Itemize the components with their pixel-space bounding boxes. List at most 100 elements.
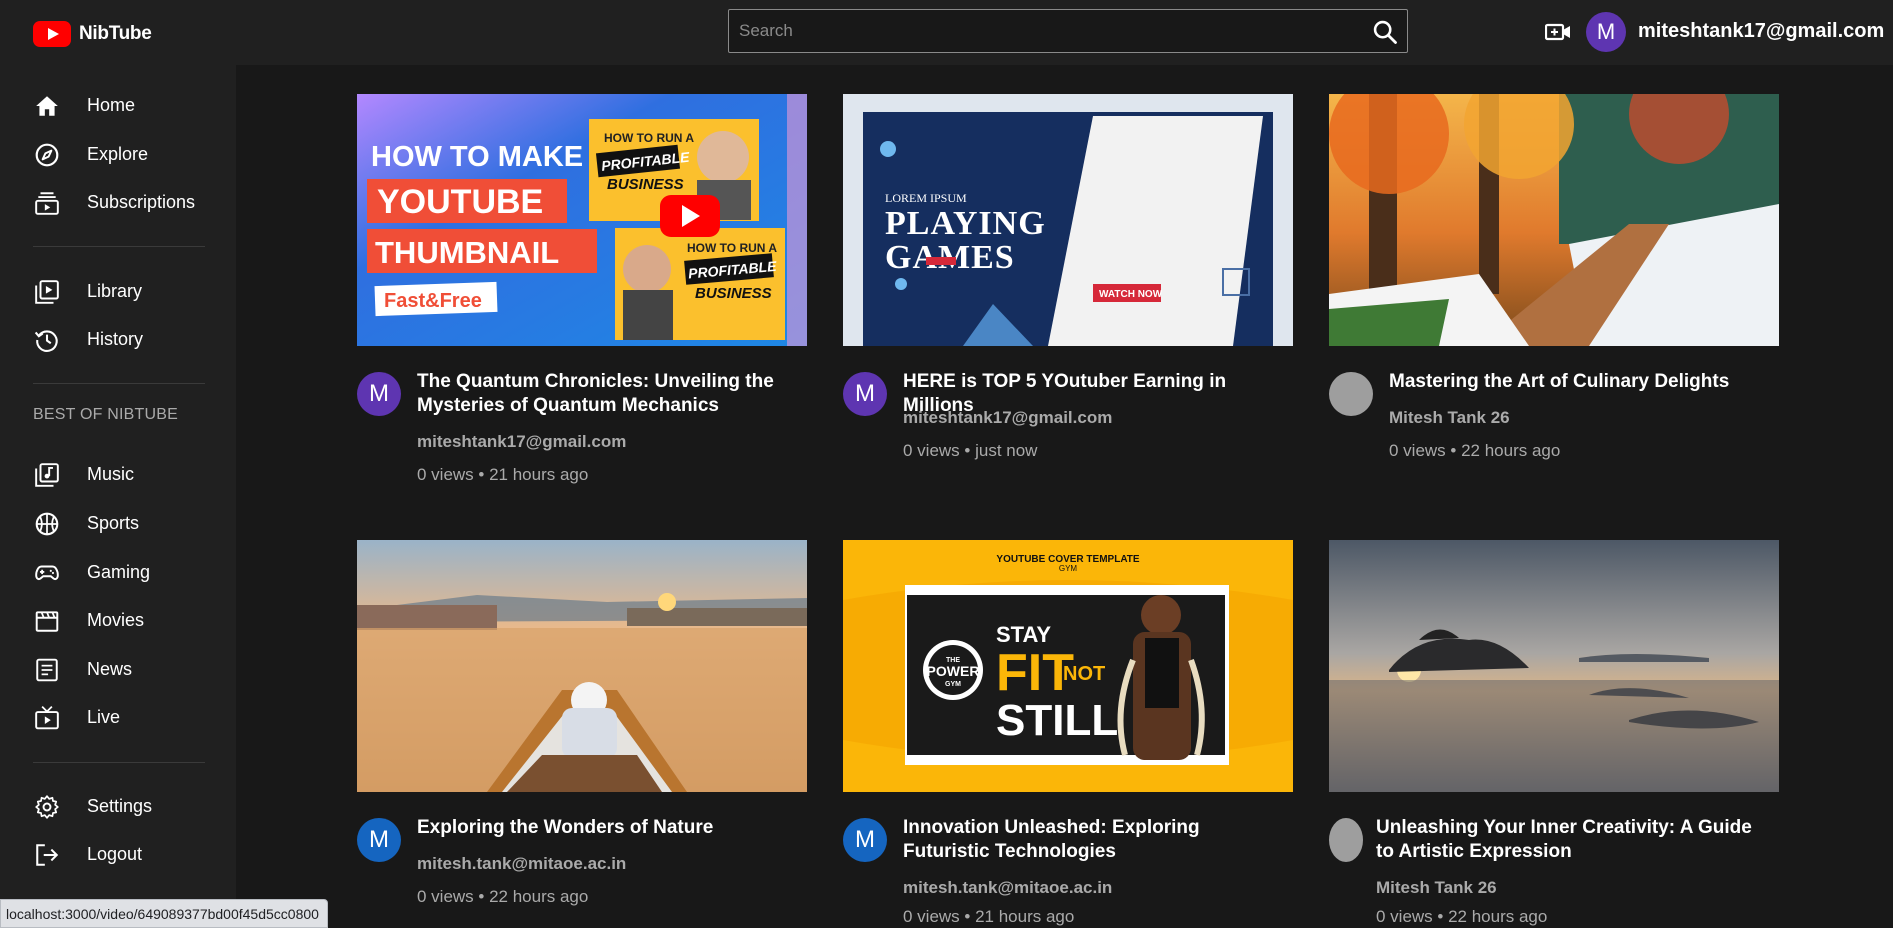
sidebar-item-label: History — [87, 328, 144, 349]
sidebar-item-subscriptions[interactable]: Subscriptions — [0, 180, 236, 224]
channel-avatar[interactable]: M — [357, 818, 401, 862]
sidebar-item-label: Home — [87, 94, 136, 115]
library-icon — [35, 280, 59, 304]
sidebar-item-live[interactable]: Live — [0, 695, 236, 739]
gamepad-icon — [35, 565, 59, 581]
user-avatar[interactable]: M — [1586, 12, 1626, 52]
sidebar-divider — [33, 383, 205, 384]
logout-icon — [36, 844, 59, 866]
clapperboard-icon — [35, 611, 59, 632]
compass-icon — [35, 143, 59, 167]
video-meta: 0 views • 22 hours ago — [1376, 907, 1548, 926]
sidebar: Home Explore Subscriptions Library Histo… — [0, 65, 236, 928]
sidebar-item-movies[interactable]: Movies — [0, 598, 236, 642]
logo-play-icon — [33, 21, 71, 47]
thumb-text: HOW TO RUN A — [687, 241, 777, 255]
thumb-text: WATCH NOW — [1099, 289, 1163, 300]
channel-name[interactable]: mitesh.tank@mitaoe.ac.in — [903, 878, 1112, 898]
top-bar: NibTube M miteshtank17@gmail.com — [0, 0, 1893, 65]
video-title[interactable]: Exploring the Wonders of Nature — [417, 816, 802, 840]
sidebar-item-label: Music — [87, 463, 135, 484]
channel-avatar[interactable] — [1329, 818, 1363, 862]
video-thumbnail[interactable]: LOREM IPSUM PLAYING GAMES WATCH NOW — [843, 94, 1293, 346]
channel-name[interactable]: miteshtank17@gmail.com — [903, 408, 1112, 428]
sidebar-item-label: Live — [87, 706, 121, 727]
sidebar-item-library[interactable]: Library — [0, 269, 236, 313]
video-card[interactable]: YOUTUBE COVER TEMPLATE GYM THE POWER GYM… — [843, 540, 1293, 926]
thumb-text: STILL — [996, 696, 1118, 745]
channel-name[interactable]: mitesh.tank@mitaoe.ac.in — [417, 854, 626, 874]
video-title[interactable]: Mastering the Art of Culinary Delights — [1389, 370, 1774, 394]
sidebar-divider — [33, 246, 205, 247]
sidebar-item-history[interactable]: History — [0, 317, 236, 361]
thumb-text: GYM — [1059, 564, 1078, 573]
video-meta: 0 views • 22 hours ago — [1389, 441, 1561, 460]
thumb-text: LOREM IPSUM — [885, 191, 967, 205]
video-title[interactable]: Unleashing Your Inner Creativity: A Guid… — [1376, 816, 1761, 864]
logo[interactable]: NibTube — [33, 21, 152, 47]
video-card[interactable]: HOW TO MAKE AN YOUTUBE THUMBNAIL Fast&Fr… — [357, 94, 807, 494]
thumb-text: YOUTUBE — [377, 183, 543, 221]
newspaper-icon — [36, 658, 58, 682]
thumb-text: PLAYING — [885, 205, 1046, 242]
sidebar-item-settings[interactable]: Settings — [0, 784, 236, 828]
video-title[interactable]: Innovation Unleashed: Exploring Futurist… — [903, 816, 1288, 864]
user-email[interactable]: miteshtank17@gmail.com — [1638, 20, 1884, 43]
video-thumbnail[interactable]: YOUTUBE COVER TEMPLATE GYM THE POWER GYM… — [843, 540, 1293, 792]
live-tv-icon — [35, 706, 59, 730]
video-meta: 0 views • 21 hours ago — [417, 465, 589, 484]
sidebar-item-sports[interactable]: Sports — [0, 501, 236, 545]
thumb-text: THUMBNAIL — [375, 235, 559, 270]
sidebar-divider — [33, 762, 205, 763]
sidebar-item-music[interactable]: Music — [0, 452, 236, 496]
sidebar-item-label: Subscriptions — [87, 191, 196, 212]
video-upload-icon[interactable] — [1544, 20, 1571, 44]
video-title[interactable]: The Quantum Chronicles: Unveiling the My… — [417, 370, 802, 418]
thumb-text: HOW TO RUN A — [604, 131, 694, 145]
sidebar-item-news[interactable]: News — [0, 647, 236, 691]
channel-avatar[interactable]: M — [843, 818, 887, 862]
thumb-text: BUSINESS — [695, 285, 772, 302]
search-input[interactable] — [729, 10, 1349, 52]
thumb-text: GYM — [945, 681, 961, 688]
thumb-text: POWER — [927, 663, 980, 679]
video-thumbnail[interactable] — [1329, 94, 1779, 346]
video-meta: 0 views • 21 hours ago — [903, 907, 1075, 926]
video-meta: 0 views • just now — [903, 441, 1038, 460]
channel-name[interactable]: Mitesh Tank 26 — [1376, 878, 1497, 898]
channel-avatar[interactable] — [1329, 372, 1373, 416]
video-card[interactable]: Unleashing Your Inner Creativity: A Guid… — [1329, 540, 1779, 926]
sidebar-item-label: Sports — [87, 512, 140, 533]
subscriptions-icon — [35, 192, 59, 215]
video-card[interactable]: M Exploring the Wonders of Nature mitesh… — [357, 540, 807, 910]
sidebar-item-logout[interactable]: Logout — [0, 832, 236, 876]
sidebar-item-label: Movies — [87, 609, 145, 630]
sidebar-item-label: Logout — [87, 843, 143, 864]
sidebar-item-label: Settings — [87, 795, 153, 816]
search-icon — [1373, 20, 1397, 44]
sidebar-item-gaming[interactable]: Gaming — [0, 550, 236, 594]
music-icon — [35, 463, 59, 487]
gear-icon — [35, 795, 59, 819]
channel-name[interactable]: miteshtank17@gmail.com — [417, 432, 626, 452]
sidebar-item-home[interactable]: Home — [0, 83, 236, 127]
sidebar-item-label: Explore — [87, 143, 149, 164]
sidebar-item-label: Library — [87, 280, 143, 301]
search-button[interactable] — [1371, 18, 1399, 46]
channel-name[interactable]: Mitesh Tank 26 — [1389, 408, 1510, 428]
thumb-text: BUSINESS — [607, 176, 684, 193]
search-box — [728, 9, 1408, 53]
thumb-text: Fast&Free — [384, 290, 482, 312]
history-icon — [34, 330, 58, 352]
channel-avatar[interactable]: M — [357, 372, 401, 416]
sidebar-item-explore[interactable]: Explore — [0, 132, 236, 176]
video-card[interactable]: LOREM IPSUM PLAYING GAMES WATCH NOW M HE… — [843, 94, 1293, 474]
channel-avatar[interactable]: M — [843, 372, 887, 416]
video-meta: 0 views • 22 hours ago — [417, 887, 589, 906]
sidebar-item-label: Gaming — [87, 561, 151, 582]
video-thumbnail[interactable] — [1329, 540, 1779, 792]
video-thumbnail[interactable] — [357, 540, 807, 792]
video-card[interactable]: Mastering the Art of Culinary Delights M… — [1329, 94, 1779, 474]
video-thumbnail[interactable]: HOW TO MAKE AN YOUTUBE THUMBNAIL Fast&Fr… — [357, 94, 807, 346]
app-name: NibTube — [79, 23, 152, 44]
